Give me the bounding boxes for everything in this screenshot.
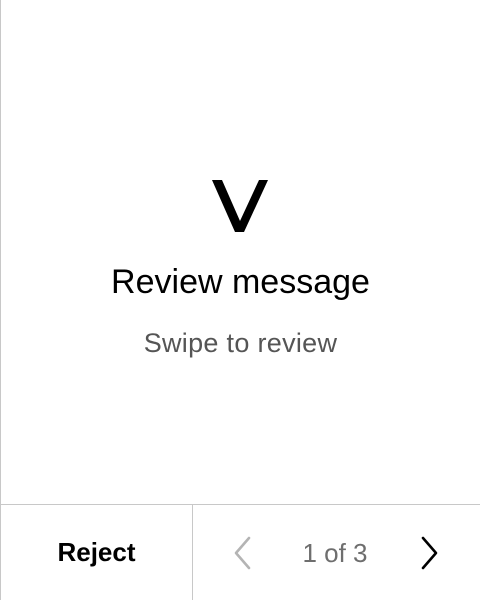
action-footer: Reject 1 of 3 — [1, 504, 480, 600]
reject-button[interactable]: Reject — [1, 505, 193, 600]
review-screen: Review message Swipe to review Reject 1 … — [0, 0, 480, 600]
chevron-right-icon — [421, 536, 438, 570]
previous-button[interactable] — [225, 535, 261, 571]
review-content: Review message Swipe to review — [1, 0, 480, 504]
page-indicator: 1 of 3 — [302, 538, 368, 568]
page-title: Review message — [111, 263, 370, 301]
next-button[interactable] — [411, 535, 447, 571]
chevron-left-icon — [234, 536, 251, 570]
pagination: 1 of 3 — [193, 505, 480, 600]
v-logo-icon — [212, 180, 270, 234]
swipe-hint: Swipe to review — [143, 328, 338, 358]
